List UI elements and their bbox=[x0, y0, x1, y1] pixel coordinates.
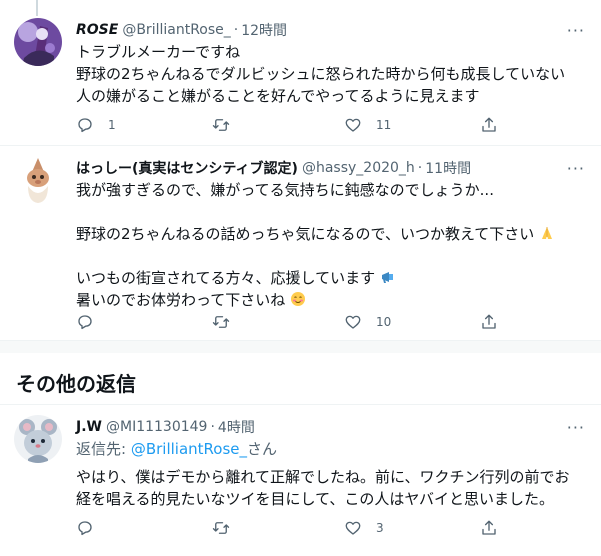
tweet-rose[interactable]: ROSE @BrilliantRose_ · 12時間 ··· トラブルメーカー… bbox=[0, 0, 601, 145]
reply-to-line: 返信先: @BrilliantRose_さん bbox=[76, 438, 589, 460]
more-icon[interactable]: ··· bbox=[567, 158, 585, 178]
share-button[interactable] bbox=[480, 312, 498, 332]
tweet-header: J.W @MI11130149 · 4時間 bbox=[76, 417, 255, 437]
user-handle[interactable]: @hassy_2020_h bbox=[302, 160, 415, 176]
tweet-line: トラブルメーカーですね bbox=[76, 43, 241, 61]
like-button[interactable]: 3 bbox=[344, 518, 384, 538]
reply-icon bbox=[78, 521, 92, 536]
heart-icon bbox=[345, 118, 361, 132]
heart-icon bbox=[345, 521, 361, 535]
avatar[interactable] bbox=[14, 156, 62, 204]
reply-button[interactable] bbox=[76, 518, 94, 538]
share-icon bbox=[482, 520, 496, 535]
tweet-hassy[interactable]: はっしー(真実はセンシティブ認定) @hassy_2020_h · 11時間 ·… bbox=[0, 146, 601, 341]
display-name[interactable]: はっしー(真実はセンシティブ認定) bbox=[76, 158, 298, 178]
like-button[interactable]: 11 bbox=[344, 115, 391, 135]
retweet-icon bbox=[212, 522, 230, 534]
tweet-jw[interactable]: J.W @MI11130149 · 4時間 ··· 返信先: @Brillian… bbox=[0, 405, 601, 556]
reply-to-handle-link[interactable]: @BrilliantRose_ bbox=[131, 440, 247, 458]
separator-dot: · bbox=[233, 22, 239, 38]
tweet-actions: 10 bbox=[76, 312, 496, 332]
tweet-line: やはり、僕はデモから離れて正解でしたね。前に、ワクチン行列の前でお bbox=[76, 468, 570, 486]
tweet-text: 我が強すぎるので、嫌がってる気持ちに鈍感なのでしょうか... 野球の2ちゃんねる… bbox=[76, 179, 589, 311]
heart-icon bbox=[345, 315, 361, 329]
like-count: 3 bbox=[376, 521, 384, 535]
user-handle[interactable]: @MI11130149 bbox=[106, 419, 207, 435]
user-handle[interactable]: @BrilliantRose_ bbox=[122, 22, 230, 38]
share-button[interactable] bbox=[480, 115, 498, 135]
tweet-line-with-emoji: いつもの街宣されてる方々、応援しています bbox=[76, 267, 589, 289]
tweet-header: はっしー(真実はセンシティブ認定) @hassy_2020_h · 11時間 bbox=[76, 158, 471, 178]
section-spacer bbox=[0, 341, 601, 353]
reply-to-prefix: 返信先: bbox=[76, 440, 131, 458]
smiling-face-icon bbox=[291, 292, 306, 306]
like-count: 10 bbox=[376, 315, 392, 329]
tweet-line: 経を唱える的見たいなツイを目にして、この人はヤバイと思いました。 bbox=[76, 490, 555, 508]
tweet-text: トラブルメーカーですね 野球の2ちゃんねるでダルビッシュに怒られた時から何も成長… bbox=[76, 41, 589, 107]
tweet-line: 野球の2ちゃんねるの話めっちゃ気になるので、いつか教えて下さい bbox=[76, 225, 535, 243]
tweet-actions: 1 11 bbox=[76, 115, 496, 135]
retweet-button[interactable] bbox=[212, 518, 230, 538]
separator-dot: · bbox=[417, 160, 423, 176]
retweet-icon bbox=[212, 316, 230, 328]
tweet-line-with-emoji: 暑いのでお体労わって下さいね bbox=[76, 289, 589, 311]
avatar[interactable] bbox=[14, 18, 62, 66]
timestamp[interactable]: 12時間 bbox=[241, 20, 287, 40]
avatar[interactable] bbox=[14, 415, 62, 463]
tweet-line: 暑いのでお体労わって下さいね bbox=[76, 291, 286, 309]
share-icon bbox=[482, 314, 496, 329]
megaphone-icon bbox=[381, 272, 393, 283]
like-count: 11 bbox=[376, 118, 392, 132]
separator-dot: · bbox=[210, 419, 215, 435]
tweet-header: ROSE @BrilliantRose_ · 12時間 bbox=[76, 20, 287, 40]
more-icon[interactable]: ··· bbox=[567, 417, 585, 437]
tweet-text: 返信先: @BrilliantRose_さん やはり、僕はデモから離れて正解でし… bbox=[76, 438, 589, 510]
reply-button[interactable]: 1 bbox=[76, 115, 116, 135]
display-name[interactable]: ROSE bbox=[76, 22, 118, 38]
reply-to-suffix: さん bbox=[247, 440, 278, 458]
reply-button[interactable] bbox=[76, 312, 94, 332]
thread-line-top bbox=[36, 0, 38, 16]
share-icon bbox=[482, 117, 496, 132]
tweet-line bbox=[76, 245, 589, 267]
tweet-line: 人の嫌がること嫌がることを好んでやってるように見えます bbox=[76, 87, 480, 105]
section-title: その他の返信 bbox=[16, 372, 136, 396]
tweet-line: 野球の2ちゃんねるでダルビッシュに怒られた時から何も成長していない bbox=[76, 65, 566, 83]
timestamp[interactable]: 4時間 bbox=[218, 417, 255, 437]
retweet-button[interactable] bbox=[212, 115, 230, 135]
display-name[interactable]: J.W bbox=[76, 419, 102, 435]
tweet-line: 我が強すぎるので、嫌がってる気持ちに鈍感なのでしょうか... bbox=[76, 181, 494, 199]
share-button[interactable] bbox=[480, 518, 498, 538]
reply-icon bbox=[78, 118, 92, 133]
tweet-line: いつもの街宣されてる方々、応援しています bbox=[76, 269, 376, 287]
folded-hands-icon bbox=[541, 227, 552, 239]
tweet-line bbox=[76, 201, 589, 223]
like-button[interactable]: 10 bbox=[344, 312, 391, 332]
more-icon[interactable]: ··· bbox=[567, 20, 585, 40]
tweet-actions: 3 bbox=[76, 518, 496, 538]
retweet-icon bbox=[212, 119, 230, 131]
reply-icon bbox=[78, 315, 92, 330]
reply-count: 1 bbox=[108, 118, 116, 132]
retweet-button[interactable] bbox=[212, 312, 230, 332]
timestamp[interactable]: 11時間 bbox=[425, 158, 471, 178]
tweet-line-with-emoji: 野球の2ちゃんねるの話めっちゃ気になるので、いつか教えて下さい bbox=[76, 223, 589, 245]
